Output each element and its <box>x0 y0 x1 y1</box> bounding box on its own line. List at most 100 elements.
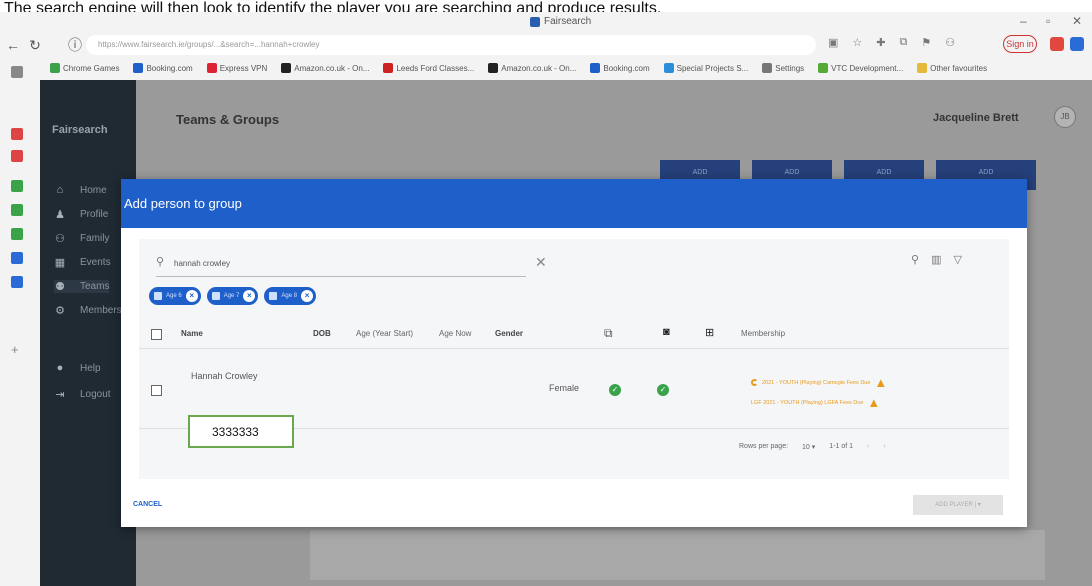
window-title: Fairsearch <box>530 16 591 27</box>
rail-item[interactable] <box>11 228 23 240</box>
columns-icon[interactable]: ▥ <box>931 253 941 266</box>
search-input[interactable] <box>174 253 474 273</box>
column-header-dob[interactable]: DOB <box>313 329 331 338</box>
column-header-membership[interactable]: Membership <box>741 329 785 338</box>
extension-red-icon[interactable] <box>1050 37 1064 51</box>
column-header-age-now[interactable]: Age Now <box>439 329 471 338</box>
check-icon: ✓ <box>657 384 669 396</box>
rail-item[interactable] <box>11 180 23 192</box>
clear-search-icon[interactable]: ✕ <box>535 254 547 271</box>
remove-chip-icon[interactable]: × <box>185 290 198 302</box>
bookmark[interactable]: Amazon.co.uk - On... <box>488 63 576 73</box>
remove-chip-icon[interactable]: × <box>301 290 314 302</box>
profile-icon[interactable]: ⚇ <box>945 36 955 49</box>
favorite-icon[interactable]: ☆ <box>852 36 862 49</box>
sidebar-item-teams[interactable]: ⚉ Teams <box>54 280 110 293</box>
rows-per-page-label: Rows per page: <box>739 443 789 450</box>
rail-item[interactable] <box>11 66 23 78</box>
bookmark[interactable]: Booking.com <box>133 63 193 73</box>
filter-chip[interactable]: Age 8 × <box>264 287 317 305</box>
back-icon[interactable]: ← <box>2 37 24 53</box>
membership-status[interactable]: 2021 - YOUTH (Playing) Camogie Fees Due … <box>751 375 887 390</box>
bookmark[interactable]: Leeds Ford Classes... <box>383 63 474 73</box>
browser-toolbar: ▣ ☆ ✚ ⧉ ⚑ ⚇ <box>828 36 955 49</box>
sidebar-item-label: Teams <box>80 281 110 292</box>
warning-icon: ▲ <box>874 375 888 390</box>
rail-item[interactable] <box>11 204 23 216</box>
rail-item[interactable] <box>11 150 23 162</box>
next-page-icon[interactable]: › <box>883 443 885 451</box>
filter-chip[interactable]: Age 6 × <box>149 287 201 305</box>
column-header-age-year-start[interactable]: Age (Year Start) <box>356 329 413 338</box>
sidebar-item-family[interactable]: ⚇ Family <box>54 232 109 245</box>
check-icon: ✓ <box>609 384 621 396</box>
translate-icon[interactable]: ⚑ <box>921 36 931 49</box>
rail-item[interactable] <box>11 252 23 264</box>
search-field: ⚲ <box>156 251 526 277</box>
camera-icon: ◙ <box>663 326 670 338</box>
column-header-name[interactable]: Name <box>181 329 203 338</box>
minimize-icon[interactable]: – <box>1020 14 1027 28</box>
rail-item[interactable] <box>11 276 23 288</box>
bookmark[interactable]: Express VPN <box>206 63 267 73</box>
site-info-icon[interactable]: ⓘ <box>64 35 86 55</box>
favicon-icon <box>530 16 540 27</box>
events-icon: ▦ <box>54 257 66 269</box>
window-title-text: Fairsearch <box>544 16 592 27</box>
sidebar-item-events[interactable]: ▦ Events <box>54 256 111 269</box>
extension-blue-icon[interactable] <box>1070 37 1084 51</box>
bookmark[interactable]: Booking.com <box>590 63 650 73</box>
select-all-checkbox[interactable] <box>151 329 162 340</box>
add-rail-icon[interactable]: + <box>11 342 23 357</box>
sidebar-item-label: Logout <box>80 389 111 400</box>
filter-chip[interactable]: Age 7 × <box>206 287 259 305</box>
bookmark[interactable]: Amazon.co.uk - On... <box>281 63 369 73</box>
search-icon[interactable]: ⚲ <box>911 253 919 266</box>
logout-icon: ⇥ <box>55 389 65 401</box>
cake-icon <box>154 292 162 300</box>
bookmark[interactable]: Special Projects S... <box>663 63 748 73</box>
chip-label: Age 7 <box>223 293 240 299</box>
sign-in-button[interactable]: Sign in <box>1003 35 1037 53</box>
cancel-button[interactable]: CANCEL <box>133 501 162 508</box>
column-header-gender[interactable]: Gender <box>495 329 523 338</box>
address-row: ← ↻ ⓘ https://www.fairsearch.ie/groups/.… <box>0 32 1092 58</box>
table-tools: ⚲ ▥ ▽ <box>911 253 962 266</box>
add-player-button[interactable]: ADD PLAYER | ▾ <box>913 495 1003 515</box>
home-icon: ⌂ <box>56 184 64 196</box>
sidebar-item-profile[interactable]: ♟ Profile <box>54 208 108 221</box>
rail-item[interactable] <box>11 128 23 140</box>
refresh-icon[interactable]: ↻ <box>24 37 46 54</box>
sidebar-item-home[interactable]: ⌂ Home <box>54 184 107 196</box>
person-name[interactable]: Hannah Crowley <box>191 371 258 381</box>
prev-page-icon[interactable]: ‹ <box>867 443 869 451</box>
person-gender: Female <box>549 383 580 393</box>
sidebar-item-label: Members <box>80 305 122 316</box>
filter-icon[interactable]: ▽ <box>953 253 961 266</box>
bookmark[interactable]: Settings <box>762 63 804 73</box>
chip-label: Age 8 <box>281 293 298 299</box>
url-bar[interactable]: https://www.fairsearch.ie/groups/...&sea… <box>86 35 816 55</box>
rows-per-page-select[interactable]: 10 ▾ <box>802 443 815 451</box>
chip-label: Age 6 <box>166 293 182 299</box>
bookmark[interactable]: Other favourites <box>917 63 987 73</box>
collections-icon[interactable]: ⧉ <box>900 36 908 49</box>
page-title: Teams & Groups <box>176 112 280 127</box>
extensions-icon[interactable]: ✚ <box>876 36 885 49</box>
sidebar-item-logout[interactable]: ⇥ Logout <box>54 388 111 401</box>
members-icon: ⚙ <box>55 305 65 317</box>
help-icon: ● <box>56 362 64 374</box>
maximize-icon[interactable]: ▫ <box>1046 14 1050 28</box>
membership-status[interactable]: LGF 2021 - YOUTH (Playing) LGFA Fees Due… <box>751 395 880 410</box>
row-checkbox[interactable] <box>151 385 162 396</box>
sidebar-item-members[interactable]: ⚙ Members <box>54 304 122 317</box>
background-row <box>310 530 1045 580</box>
tab-search-icon[interactable]: ▣ <box>828 36 838 49</box>
sidebar-item-help[interactable]: ● Help <box>54 362 101 374</box>
photo-id-icon: ⧉ <box>604 326 613 340</box>
close-icon[interactable]: ✕ <box>1072 14 1082 28</box>
remove-chip-icon[interactable]: × <box>243 290 256 302</box>
bookmark[interactable]: Chrome Games <box>50 63 119 73</box>
bookmark[interactable]: VTC Development... <box>818 63 903 73</box>
avatar[interactable]: JB <box>1054 106 1076 128</box>
